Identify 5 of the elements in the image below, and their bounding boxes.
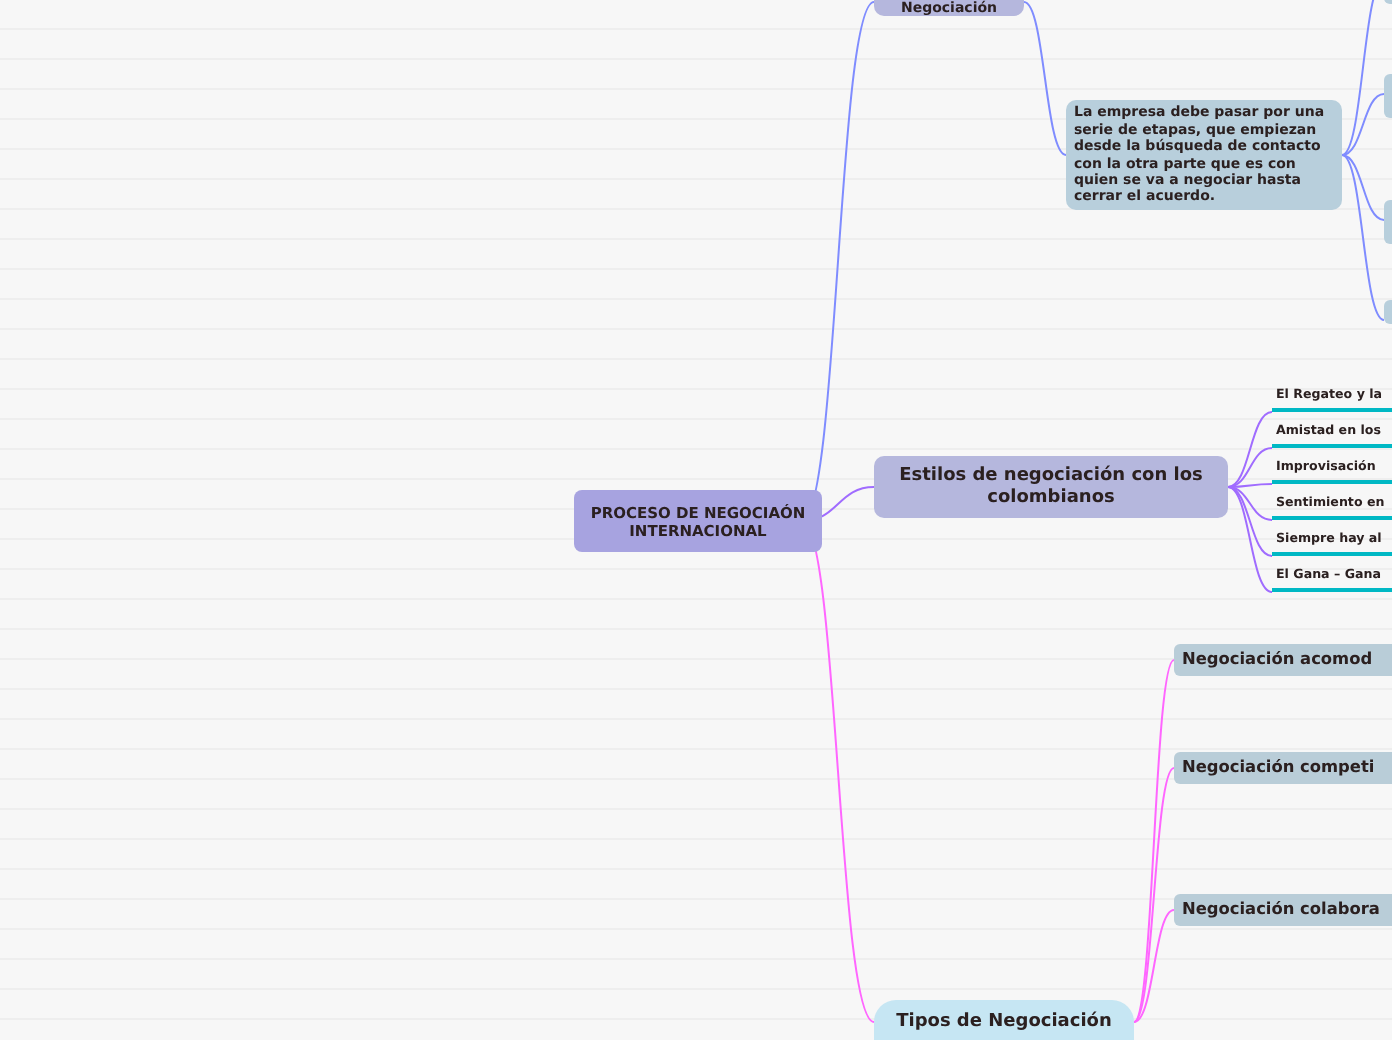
subtopic: Negociación colabora: [1174, 894, 1392, 926]
subtopic: Negociación competi: [1174, 752, 1392, 784]
main-topic: Estilos de negociación con los colombianos: [874, 456, 1228, 518]
main-topic: Tipos de Negociación: [874, 1000, 1134, 1040]
subtopic: Negociación acomod: [1174, 644, 1392, 676]
